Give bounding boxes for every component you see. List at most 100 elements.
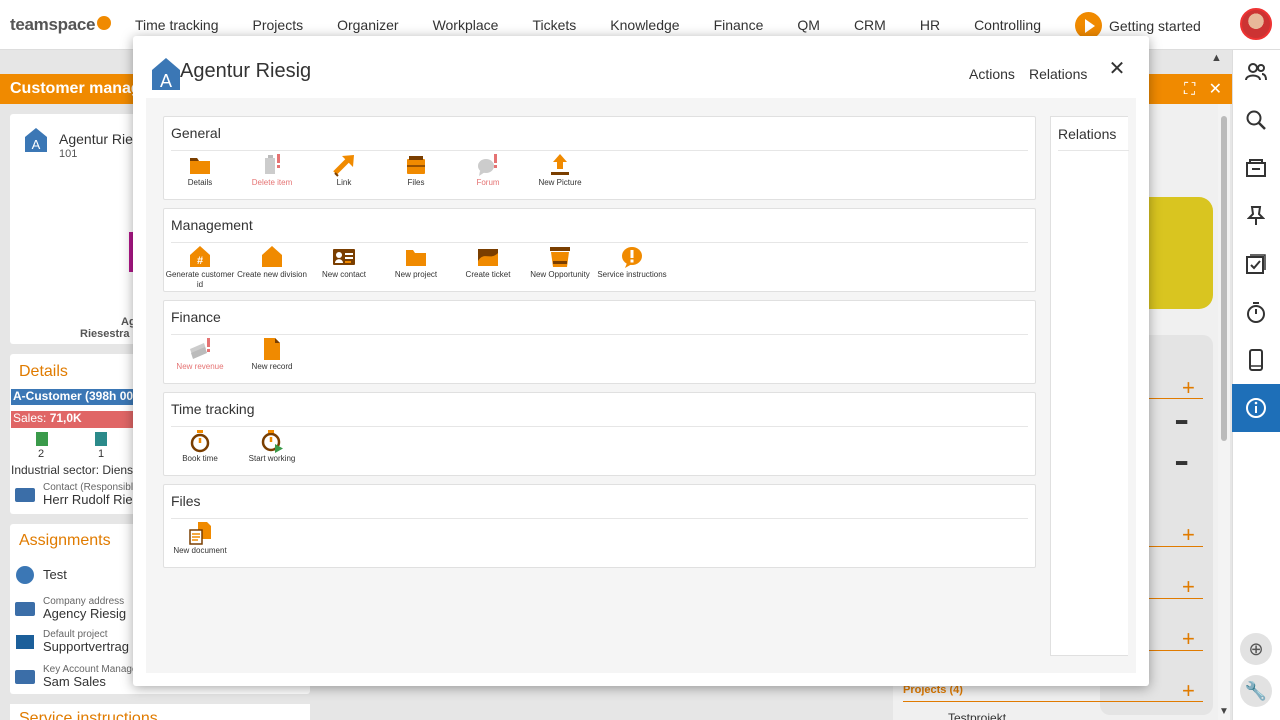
add-icon[interactable]: +	[1182, 626, 1195, 652]
forum-icon	[478, 154, 497, 176]
mobile-icon[interactable]	[1232, 336, 1280, 384]
add-icon[interactable]: +	[1182, 522, 1195, 548]
nav-hr[interactable]: HR	[903, 17, 957, 33]
nav-knowledge[interactable]: Knowledge	[593, 17, 696, 33]
opportunity-icon	[550, 247, 570, 267]
relations-panel: Relations	[1050, 116, 1129, 656]
grid-icon[interactable]: ▪▪▪	[1175, 455, 1188, 473]
alert-icon	[622, 247, 642, 268]
company-address-value[interactable]: Agency Riesig	[43, 606, 126, 621]
grid-icon[interactable]: ▪▪▪	[1175, 414, 1188, 432]
upload-icon	[551, 154, 569, 175]
people-icon[interactable]	[1232, 48, 1280, 96]
section-files: Files New document	[163, 484, 1036, 568]
customer-management-title: Customer manag	[10, 80, 141, 97]
section-title: Time tracking	[171, 401, 255, 417]
book-time-action[interactable]: Book time	[164, 429, 236, 464]
service-instructions-action[interactable]: Service instructions	[596, 245, 668, 280]
nav-controlling[interactable]: Controlling	[957, 17, 1058, 33]
nav-projects[interactable]: Projects	[236, 17, 321, 33]
nav-organizer[interactable]: Organizer	[320, 17, 415, 33]
info-icon[interactable]	[1232, 384, 1280, 432]
folder-icon	[190, 158, 210, 174]
section-divider	[1058, 150, 1129, 151]
star-badge-icon	[36, 432, 48, 446]
section-finance: Finance New revenue New record	[163, 300, 1036, 384]
link-arrow-icon	[333, 155, 354, 177]
inbox-icon[interactable]	[1232, 144, 1280, 192]
relations-tab[interactable]: Relations	[1029, 66, 1087, 82]
link-action[interactable]: Link	[308, 153, 380, 188]
service-instructions-title[interactable]: Service instructions	[19, 710, 158, 720]
svg-text:A: A	[160, 71, 172, 90]
star-count: 2	[38, 448, 45, 460]
section-divider	[171, 518, 1028, 519]
new-document-action[interactable]: New document	[164, 521, 236, 556]
start-working-action[interactable]: Start working	[236, 429, 308, 464]
scroll-up-icon[interactable]: ▲	[1211, 52, 1222, 64]
nav-crm[interactable]: CRM	[837, 17, 903, 33]
scrollbar-thumb[interactable]	[1221, 116, 1227, 441]
tile-label: New revenue	[176, 362, 224, 371]
forum-action[interactable]: Forum	[452, 153, 524, 188]
tile-label: Delete item	[251, 178, 293, 187]
contact-value[interactable]: Herr Rudolf Ries	[43, 492, 139, 507]
user-avatar[interactable]	[1240, 8, 1272, 40]
section-divider	[171, 150, 1028, 151]
actions-tab[interactable]: Actions	[969, 66, 1015, 82]
globe-icon	[16, 566, 34, 584]
address-line-2: Riesestra	[80, 328, 130, 340]
files-action[interactable]: Files	[380, 153, 452, 188]
tile-label: New document	[173, 546, 227, 555]
modal-title: Agentur Riesig	[180, 60, 312, 82]
new-revenue-action[interactable]: New revenue	[164, 337, 236, 372]
section-management: Management # Generate customer id Create…	[163, 208, 1036, 292]
details-action[interactable]: Details	[164, 153, 236, 188]
search-icon[interactable]	[1232, 96, 1280, 144]
kam-value[interactable]: Sam Sales	[43, 674, 106, 689]
new-opportunity-action[interactable]: New Opportunity	[524, 245, 596, 280]
revenue-icon	[190, 338, 210, 359]
relations-panel-title: Relations	[1058, 126, 1117, 142]
stopwatch-icon	[190, 430, 210, 453]
default-project-value[interactable]: Supportvertrag	[43, 639, 129, 654]
nav-finance[interactable]: Finance	[697, 17, 781, 33]
create-ticket-action[interactable]: Create ticket	[452, 245, 524, 280]
add-icon[interactable]: +	[1182, 574, 1195, 600]
checklist-icon[interactable]	[1232, 240, 1280, 288]
details-title: Details	[19, 363, 68, 380]
wrench-icon[interactable]: 🔧	[1240, 675, 1272, 707]
create-new-division-action[interactable]: Create new division	[236, 245, 308, 280]
timer-icon[interactable]	[1232, 288, 1280, 336]
tile-label: New contact	[321, 270, 367, 279]
add-circle-icon[interactable]: ⊕	[1240, 633, 1272, 665]
app-logo[interactable]: teamspace	[10, 15, 112, 35]
scroll-down-icon[interactable]: ▼	[1219, 706, 1229, 717]
new-project-action[interactable]: New project	[380, 245, 452, 280]
section-divider	[171, 426, 1028, 427]
generate-customer-id-action[interactable]: # Generate customer id	[164, 245, 236, 290]
nav-workplace[interactable]: Workplace	[416, 17, 516, 33]
files-icon	[407, 156, 425, 174]
new-picture-action[interactable]: New Picture	[524, 153, 596, 188]
tile-label: Forum	[476, 178, 500, 187]
industry-sector: Industrial sector: Dienst	[11, 463, 137, 477]
tile-label: Link	[336, 178, 352, 187]
header-window-icons[interactable]: ⛶ ✕	[1184, 79, 1222, 99]
contact-card-icon	[15, 488, 35, 502]
assignment-test[interactable]: Test	[43, 567, 67, 582]
new-contact-action[interactable]: New contact	[308, 245, 380, 280]
nav-time-tracking[interactable]: Time tracking	[118, 17, 236, 33]
nav-qm[interactable]: QM	[780, 17, 837, 33]
pin-icon[interactable]	[1232, 192, 1280, 240]
delete-item-action[interactable]: Delete item	[236, 153, 308, 188]
sales-badge: Sales: 71,0K	[11, 411, 133, 428]
nav-tickets[interactable]: Tickets	[515, 17, 593, 33]
test-project[interactable]: Testprojekt	[948, 711, 1006, 720]
document-badge-icon	[95, 432, 107, 446]
close-icon[interactable]: ✕	[1108, 59, 1126, 79]
tile-label: Create new division	[237, 270, 307, 279]
new-record-action[interactable]: New record	[236, 337, 308, 372]
getting-started-button[interactable]: Getting started	[1075, 12, 1201, 39]
tile-label: New record	[251, 362, 293, 371]
